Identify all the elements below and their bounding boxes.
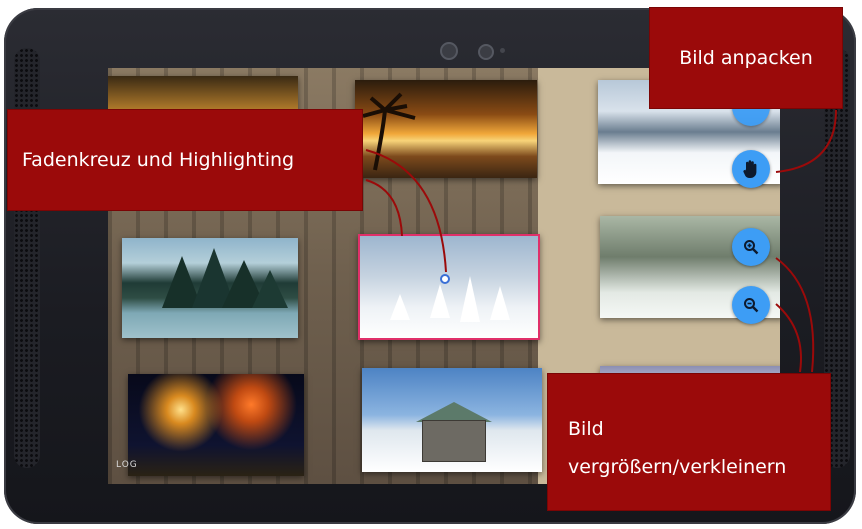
photo-snowy-trees-highlighted[interactable] xyxy=(358,234,540,340)
depth-sensor-icon xyxy=(478,44,494,60)
zoom-in-button[interactable] xyxy=(732,228,770,266)
callout-zoom-line2: vergrößern/verkleinern xyxy=(568,456,787,478)
house-body-icon xyxy=(422,420,486,462)
zoom-out-button[interactable] xyxy=(732,286,770,324)
callout-crosshair-highlighting: Fadenkreuz und Highlighting xyxy=(8,110,362,210)
snow-tree-icon xyxy=(460,276,480,322)
light-sensor-icon xyxy=(500,48,505,53)
photo-winter-forest-lake[interactable] xyxy=(122,238,298,338)
zoom-out-icon xyxy=(744,298,759,313)
callout-zoom-image: Bild vergrößern/verkleinern xyxy=(548,374,830,510)
zoom-in-icon xyxy=(744,240,759,255)
photo-palm-beach[interactable] xyxy=(355,80,537,178)
crosshair-cursor xyxy=(440,274,450,284)
snow-tree-icon xyxy=(430,284,450,318)
photo-abandoned-house[interactable] xyxy=(362,368,542,472)
photo-fireworks[interactable] xyxy=(128,374,304,476)
callout-grab-image: Bild anpacken xyxy=(650,8,842,108)
log-label: LOG xyxy=(116,460,138,470)
grab-button[interactable] xyxy=(732,150,770,188)
palm-silhouette-icon xyxy=(362,92,416,171)
forest-silhouette-icon xyxy=(162,248,288,308)
house-roof-icon xyxy=(416,402,492,422)
snow-tree-icon xyxy=(490,286,510,320)
callout-zoom-line1: Bild xyxy=(568,418,604,440)
front-camera-icon xyxy=(440,42,458,60)
snow-tree-icon xyxy=(390,294,410,320)
hand-icon xyxy=(743,160,757,178)
